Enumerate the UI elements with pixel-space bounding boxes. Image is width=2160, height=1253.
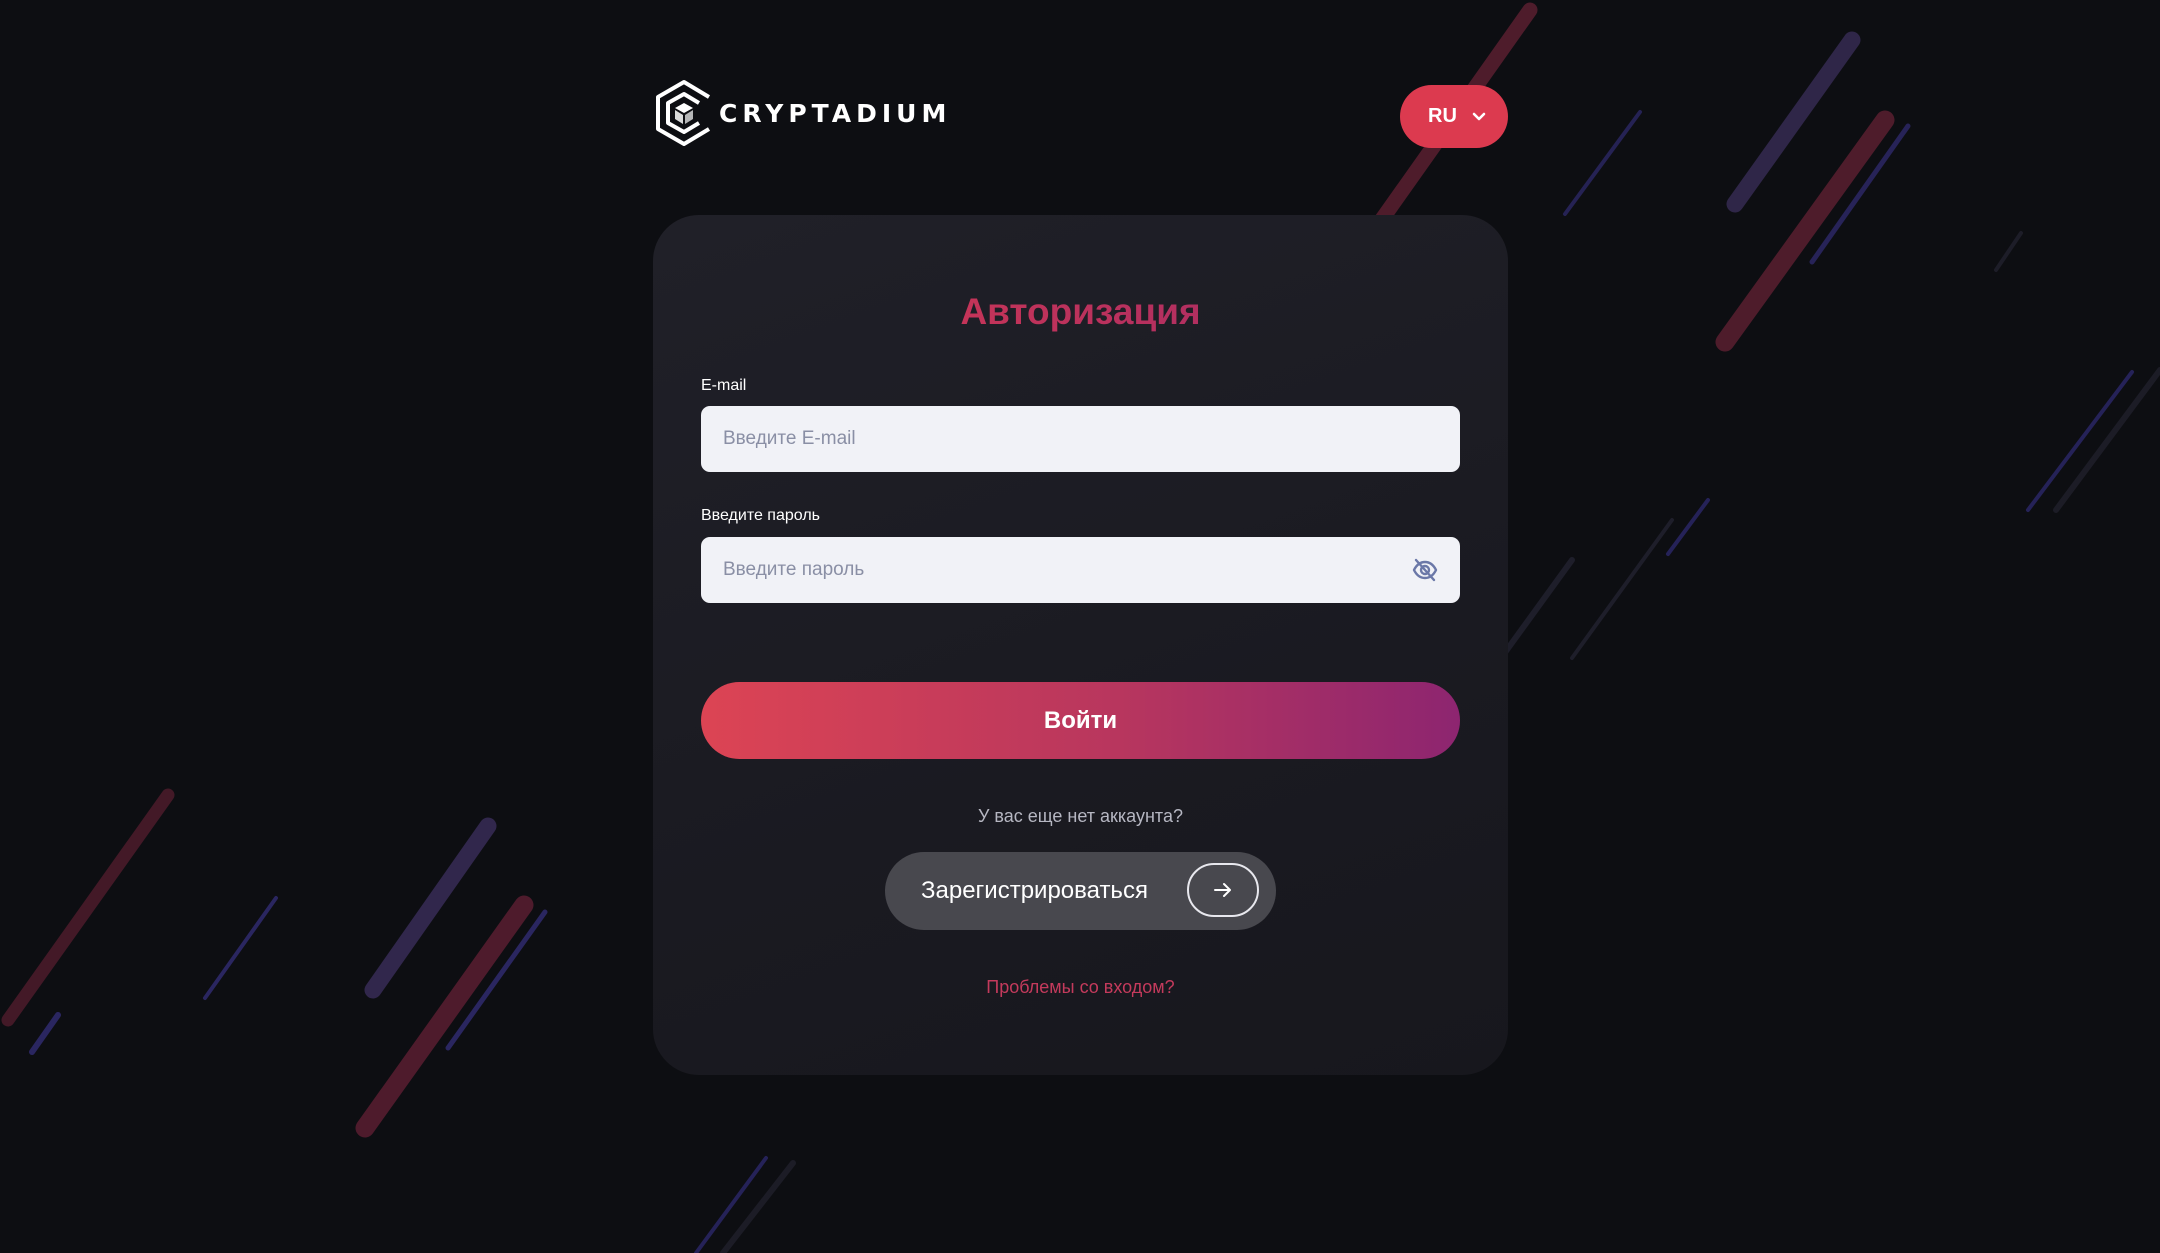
email-field[interactable]: [701, 406, 1460, 472]
chevron-down-icon: [1472, 112, 1486, 120]
auth-card: Авторизация E-mail Введите пароль Войти …: [653, 215, 1508, 1075]
language-label: RU: [1428, 105, 1457, 127]
password-label: Введите пароль: [701, 507, 820, 524]
register-arrow: [1187, 863, 1259, 917]
brand-logo[interactable]: CRYPTADIUM: [653, 78, 951, 148]
email-field-wrapper: [701, 406, 1460, 472]
language-select[interactable]: RU: [1400, 85, 1508, 148]
password-field[interactable]: [701, 537, 1460, 603]
login-button[interactable]: Войти: [701, 682, 1460, 759]
arrow-right-icon: [1214, 883, 1231, 897]
page-title: Авторизация: [653, 291, 1508, 333]
register-button[interactable]: Зарегистрироваться: [885, 852, 1276, 930]
eye-off-icon[interactable]: [1412, 558, 1438, 582]
register-label: Зарегистрироваться: [921, 877, 1148, 904]
login-page: CRYPTADIUM RU Авторизация E-mail Введите…: [653, 0, 1508, 1253]
cube-hexagon-logo-icon: [656, 80, 711, 146]
brand-name: CRYPTADIUM: [719, 98, 952, 128]
no-account-text: У вас еще нет аккаунта?: [977, 806, 1183, 826]
password-field-wrapper: [701, 537, 1460, 603]
email-label: E-mail: [701, 377, 747, 394]
login-trouble-link[interactable]: Проблемы со входом?: [653, 977, 1508, 998]
